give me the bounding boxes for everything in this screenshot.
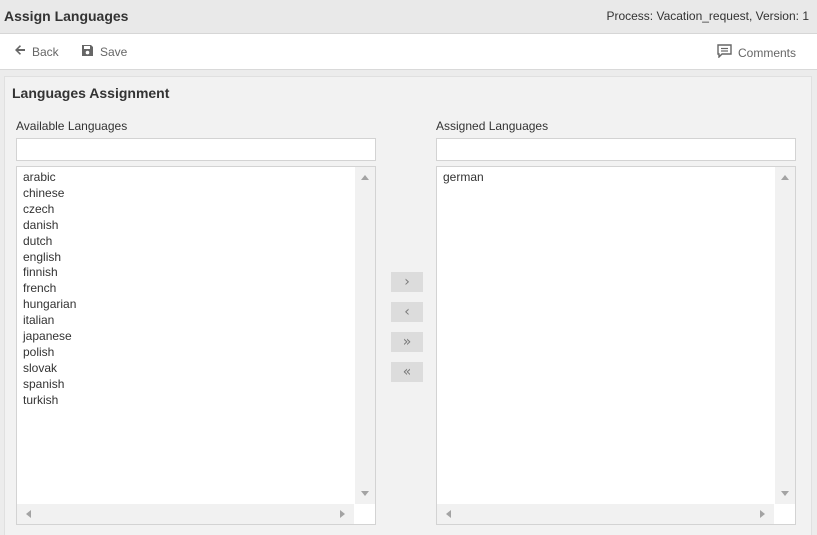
available-languages-list[interactable]: arabic chinese czech danish dutch english finn… xyxy=(16,166,376,525)
list-item[interactable]: german xyxy=(443,170,484,186)
scroll-left-icon[interactable] xyxy=(26,510,31,518)
assigned-languages-label: Assigned Languages xyxy=(436,119,549,133)
list-item[interactable]: slovak xyxy=(23,361,76,377)
list-item[interactable]: italian xyxy=(23,313,76,329)
assigned-horizontal-scrollbar[interactable] xyxy=(437,504,774,524)
arrow-left-icon xyxy=(14,44,32,59)
list-item[interactable]: japanese xyxy=(23,329,76,345)
list-item[interactable]: turkish xyxy=(23,393,76,409)
scroll-up-icon[interactable] xyxy=(781,175,789,180)
floppy-disk-icon xyxy=(81,44,100,60)
scroll-right-icon[interactable] xyxy=(760,510,765,518)
scroll-down-icon[interactable] xyxy=(361,491,369,496)
scrollbar-corner xyxy=(775,504,795,524)
list-item[interactable]: czech xyxy=(23,202,76,218)
scroll-down-icon[interactable] xyxy=(781,491,789,496)
remove-all-button[interactable]: « xyxy=(391,362,423,382)
list-item[interactable]: spanish xyxy=(23,377,76,393)
list-item[interactable]: finnish xyxy=(23,265,76,281)
list-item[interactable]: chinese xyxy=(23,186,76,202)
available-items: arabic chinese czech danish dutch english finn… xyxy=(23,170,76,409)
remove-selected-button[interactable]: ‹ xyxy=(391,302,423,322)
comments-label: Comments xyxy=(737,45,796,60)
scrollbar-corner xyxy=(355,504,375,524)
list-item[interactable]: french xyxy=(23,281,76,297)
save-label: Save xyxy=(100,45,128,59)
back-label: Back xyxy=(32,44,59,59)
available-languages-label: Available Languages xyxy=(16,119,128,133)
comments-button[interactable]: Comments xyxy=(717,44,796,61)
process-info: Process: Vacation_request, Version: 1 xyxy=(606,9,809,23)
available-vertical-scrollbar[interactable] xyxy=(355,167,375,504)
scroll-right-icon[interactable] xyxy=(340,510,345,518)
panel-title: Languages Assignment xyxy=(12,85,170,101)
list-item[interactable]: dutch xyxy=(23,234,76,250)
available-horizontal-scrollbar[interactable] xyxy=(17,504,354,524)
list-item[interactable]: polish xyxy=(23,345,76,361)
back-button[interactable]: Back xyxy=(14,44,59,59)
scroll-up-icon[interactable] xyxy=(361,175,369,180)
toolbar: Back Save Comments xyxy=(0,34,817,70)
save-button[interactable]: Save xyxy=(81,44,127,60)
list-item[interactable]: danish xyxy=(23,218,76,234)
assigned-items: german xyxy=(443,170,484,186)
list-item[interactable]: hungarian xyxy=(23,297,76,313)
add-all-button[interactable]: » xyxy=(391,332,423,352)
page-title: Assign Languages xyxy=(4,8,129,24)
add-selected-button[interactable]: › xyxy=(391,272,423,292)
assigned-filter-input[interactable] xyxy=(436,138,796,161)
list-item[interactable]: english xyxy=(23,250,76,266)
assigned-languages-list[interactable]: german xyxy=(436,166,796,525)
list-item[interactable]: arabic xyxy=(23,170,76,186)
available-filter-input[interactable] xyxy=(16,138,376,161)
title-bar: Assign Languages Process: Vacation_reque… xyxy=(0,0,817,34)
comment-icon xyxy=(717,44,738,61)
assigned-vertical-scrollbar[interactable] xyxy=(775,167,795,504)
scroll-left-icon[interactable] xyxy=(446,510,451,518)
